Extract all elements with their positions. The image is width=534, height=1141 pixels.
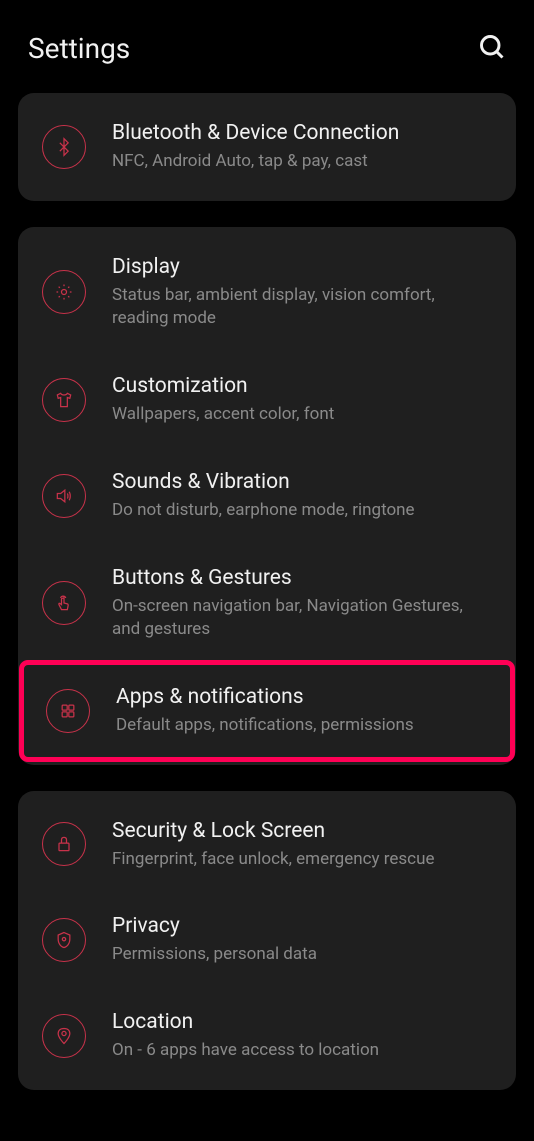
setting-display[interactable]: Display Status bar, ambient display, vis… [18,233,516,352]
setting-subtitle: Wallpapers, accent color, font [112,403,492,426]
setting-sounds[interactable]: Sounds & Vibration Do not disturb, earph… [18,448,516,544]
setting-text: Bluetooth & Device Connection NFC, Andro… [112,121,492,173]
location-icon [42,1014,86,1058]
shirt-icon [42,378,86,422]
settings-content: Bluetooth & Device Connection NFC, Andro… [0,93,534,1090]
setting-text: Buttons & Gestures On-screen navigation … [112,566,492,641]
setting-title: Security & Lock Screen [112,819,492,843]
bluetooth-icon [42,125,86,169]
setting-text: Sounds & Vibration Do not disturb, earph… [112,470,492,522]
setting-text: Display Status bar, ambient display, vis… [112,255,492,330]
setting-subtitle: Fingerprint, face unlock, emergency resc… [112,848,492,871]
setting-apps-notifications[interactable]: Apps & notifications Default apps, notif… [22,663,512,759]
volume-icon [42,474,86,518]
setting-subtitle: On-screen navigation bar, Navigation Ges… [112,595,492,641]
setting-subtitle: On - 6 apps have access to location [112,1039,492,1062]
section-privacy: Security & Lock Screen Fingerprint, face… [18,791,516,1091]
setting-title: Customization [112,374,492,398]
section-device: Display Status bar, ambient display, vis… [18,227,516,765]
lock-icon [42,822,86,866]
setting-title: Apps & notifications [116,685,488,709]
setting-subtitle: Default apps, notifications, permissions [116,714,488,737]
setting-privacy[interactable]: Privacy Permissions, personal data [18,892,516,988]
setting-text: Apps & notifications Default apps, notif… [116,685,488,737]
setting-text: Location On - 6 apps have access to loca… [112,1010,492,1062]
setting-title: Buttons & Gestures [112,566,492,590]
touch-icon [42,581,86,625]
setting-bluetooth[interactable]: Bluetooth & Device Connection NFC, Andro… [18,99,516,195]
setting-title: Sounds & Vibration [112,470,492,494]
setting-subtitle: Permissions, personal data [112,943,492,966]
setting-security[interactable]: Security & Lock Screen Fingerprint, face… [18,797,516,893]
setting-title: Location [112,1010,492,1034]
setting-subtitle: NFC, Android Auto, tap & pay, cast [112,150,492,173]
setting-location[interactable]: Location On - 6 apps have access to loca… [18,988,516,1084]
section-connectivity: Bluetooth & Device Connection NFC, Andro… [18,93,516,201]
shield-icon [42,918,86,962]
brightness-icon [42,270,86,314]
setting-title: Privacy [112,914,492,938]
setting-title: Bluetooth & Device Connection [112,121,492,145]
setting-customization[interactable]: Customization Wallpapers, accent color, … [18,352,516,448]
setting-text: Customization Wallpapers, accent color, … [112,374,492,426]
setting-subtitle: Status bar, ambient display, vision comf… [112,284,492,330]
setting-text: Security & Lock Screen Fingerprint, face… [112,819,492,871]
header: Settings [0,0,534,93]
page-title: Settings [28,32,130,65]
apps-icon [46,689,90,733]
search-icon [478,33,506,61]
search-button[interactable] [478,33,506,65]
setting-buttons[interactable]: Buttons & Gestures On-screen navigation … [18,544,516,663]
setting-text: Privacy Permissions, personal data [112,914,492,966]
setting-subtitle: Do not disturb, earphone mode, ringtone [112,499,492,522]
setting-title: Display [112,255,492,279]
